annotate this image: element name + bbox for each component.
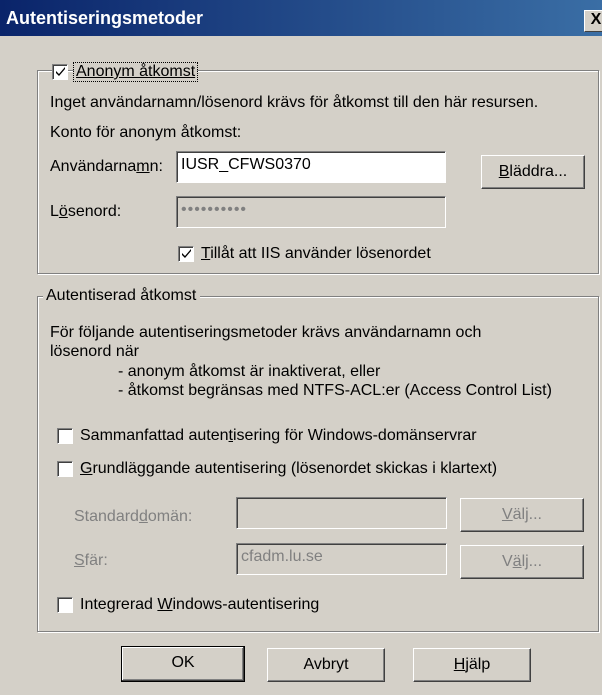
domain-select-button[interactable]: Välj... [460,498,584,532]
close-button[interactable]: X [584,10,602,32]
checkmark-icon [182,249,191,258]
ok-button[interactable]: OK [121,646,245,682]
allow-iis-password-checkbox[interactable] [178,246,194,262]
authenticated-access-legend: Autentiserad åtkomst [43,287,201,305]
digest-auth-label[interactable]: Sammanfattad autentisering för Windows-d… [80,427,477,445]
realm-input[interactable]: cfadm.lu.se [236,543,447,575]
cancel-button[interactable]: Avbryt [267,648,385,682]
anonymous-access-checkbox[interactable] [52,64,68,80]
browse-button[interactable]: Bläddra... [481,155,585,189]
basic-auth-label[interactable]: Grundläggande autentisering (lösenordet … [80,460,497,478]
password-input[interactable]: •••••••••• [176,196,446,228]
anonymous-account-heading: Konto för anonym åtkomst: [50,124,242,141]
realm-label: Sfär: [74,552,108,569]
digest-auth-checkbox[interactable] [57,428,73,444]
allow-iis-password-label[interactable]: Tillåt att IIS använder lösenordet [201,245,431,263]
auth-description-line1: För följande autentiseringsmetoder krävs… [50,324,482,341]
checkmark-icon [56,67,65,76]
integrated-windows-auth-label[interactable]: Integrerad Windows-autentisering [80,596,319,614]
close-icon: X [590,11,602,28]
anonymous-access-label[interactable]: Anonym åtkomst [72,62,199,82]
default-domain-input[interactable] [236,497,447,529]
window-title: Autentiseringsmetoder [6,8,204,28]
title-bar: Autentiseringsmetoder X [0,0,602,36]
help-button[interactable]: Hjälp [413,648,531,682]
basic-auth-checkbox[interactable] [57,461,73,477]
anonymous-description: Inget användarnamn/lösenord krävs för åt… [50,94,539,111]
username-input[interactable]: IUSR_CFWS0370 [176,151,446,183]
default-domain-label: Standarddomän: [74,508,193,525]
integrated-windows-auth-checkbox[interactable] [57,597,73,613]
auth-bullet-1: - anonym åtkomst är inaktiverat, eller [118,363,381,380]
realm-select-button[interactable]: Välj... [460,545,584,579]
username-label: Användarnamn: [50,158,163,175]
password-label: Lösenord: [50,203,122,220]
auth-description-line2: lösenord när [50,343,139,360]
auth-bullet-2: - åtkomst begränsas med NTFS-ACL:er (Acc… [118,382,552,399]
